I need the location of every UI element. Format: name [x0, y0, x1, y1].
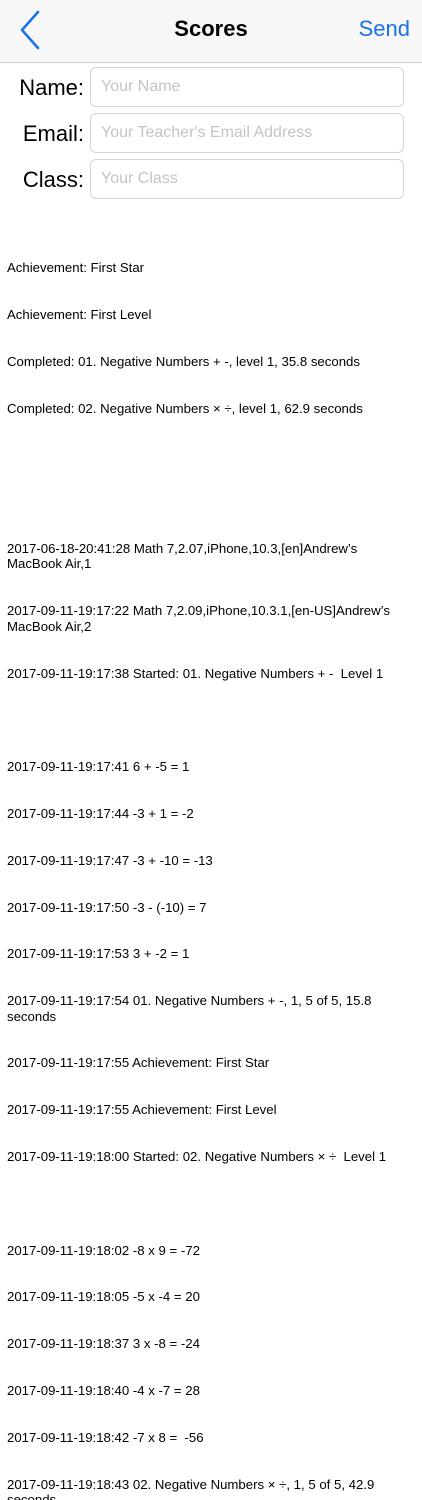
name-input[interactable]	[90, 67, 404, 107]
log-line: 2017-09-11-19:18:42 -7 x 8 = -56	[7, 1430, 415, 1446]
log-line: 2017-09-11-19:17:55 Achievement: First S…	[7, 1055, 415, 1071]
class-row: Class:	[0, 159, 422, 201]
log-line: 2017-09-11-19:17:55 Achievement: First L…	[7, 1102, 415, 1118]
log-line: 2017-09-11-19:17:50 -3 - (-10) = 7	[7, 900, 415, 916]
log-line	[7, 1196, 415, 1212]
log-line	[7, 447, 415, 463]
log-line	[7, 494, 415, 510]
log-line: 2017-09-11-19:17:47 -3 + -10 = -13	[7, 853, 415, 869]
log-line: 2017-09-11-19:18:02 -8 x 9 = -72	[7, 1243, 415, 1259]
email-input[interactable]	[90, 113, 404, 153]
log-line: 2017-09-11-19:17:54 01. Negative Numbers…	[7, 993, 415, 1024]
class-label: Class:	[23, 167, 84, 193]
log-line: Completed: 01. Negative Numbers + -, lev…	[7, 354, 415, 370]
log-line: 2017-06-18-20:41:28 Math 7,2.07,iPhone,1…	[7, 541, 415, 572]
log-line: 2017-09-11-19:17:53 3 + -2 = 1	[7, 946, 415, 962]
log-line: 2017-09-11-19:18:40 -4 x -7 = 28	[7, 1383, 415, 1399]
log-line: 2017-09-11-19:17:22 Math 7,2.09,iPhone,1…	[7, 603, 415, 634]
log-line: 2017-09-11-19:18:00 Started: 02. Negativ…	[7, 1149, 415, 1165]
log-line	[7, 712, 415, 728]
class-input[interactable]	[90, 159, 404, 199]
navigation-bar: Scores Send	[0, 0, 422, 63]
log-line: 2017-09-11-19:17:44 -3 + 1 = -2	[7, 806, 415, 822]
send-button[interactable]: Send	[359, 16, 410, 42]
log-line: Achievement: First Level	[7, 307, 415, 323]
name-row: Name:	[0, 67, 422, 109]
log-line: 2017-09-11-19:18:43 02. Negative Numbers…	[7, 1477, 415, 1500]
email-row: Email:	[0, 113, 422, 155]
log-line: 2017-09-11-19:18:37 3 x -8 = -24	[7, 1336, 415, 1352]
name-label: Name:	[19, 75, 84, 101]
log-line: 2017-09-11-19:17:41 6 + -5 = 1	[7, 759, 415, 775]
log-line: Achievement: First Star	[7, 260, 415, 276]
log-line: Completed: 02. Negative Numbers × ÷, lev…	[7, 401, 415, 417]
log-line: 2017-09-11-19:18:05 -5 x -4 = 20	[7, 1289, 415, 1305]
log-line: 2017-09-11-19:17:38 Started: 01. Negativ…	[7, 666, 415, 682]
score-log[interactable]: Achievement: First Star Achievement: Fir…	[7, 229, 415, 1500]
email-label: Email:	[23, 121, 84, 147]
